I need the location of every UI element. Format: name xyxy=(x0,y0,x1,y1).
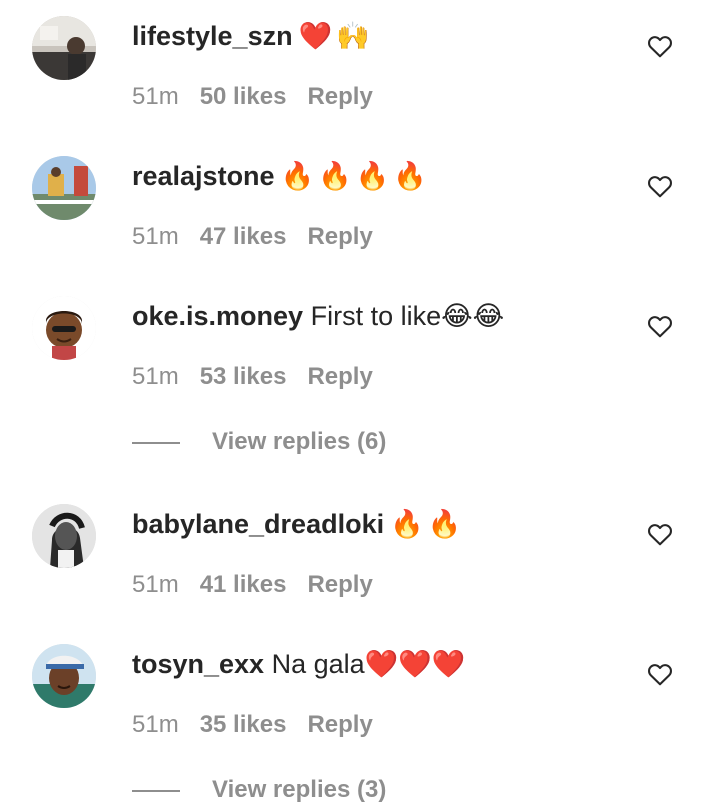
comment-meta: 51m 47 likes Reply xyxy=(132,220,394,254)
comment-username[interactable]: oke.is.money xyxy=(132,301,303,331)
comment-item: oke.is.money First to like😂😂 51m 53 likes… xyxy=(0,280,720,400)
heart-like-icon[interactable] xyxy=(647,174,673,198)
divider xyxy=(132,442,180,444)
likes-count[interactable]: 35 likes xyxy=(200,711,287,738)
comment-item: lifestyle_szn ❤️🙌 51m 50 likes Reply xyxy=(0,0,720,120)
fire-emoji: 🔥🔥 xyxy=(390,509,466,540)
avatar[interactable] xyxy=(32,504,96,568)
comment-text: First to like xyxy=(310,301,442,331)
reply-button[interactable]: Reply xyxy=(307,363,372,390)
comment-time: 51m xyxy=(132,711,179,738)
heart-like-icon[interactable] xyxy=(647,522,673,546)
comment-meta: 51m 41 likes Reply xyxy=(132,568,394,602)
divider xyxy=(132,790,180,792)
avatar[interactable] xyxy=(32,644,96,708)
comment-meta: 51m 35 likes Reply xyxy=(132,708,394,742)
likes-count[interactable]: 50 likes xyxy=(200,83,287,110)
comment-line: lifestyle_szn ❤️🙌 xyxy=(132,16,374,57)
comment-time: 51m xyxy=(132,223,179,250)
comment-line: tosyn_exx Na gala❤️❤️❤️ xyxy=(132,644,466,685)
comment-meta: 51m 50 likes Reply xyxy=(132,80,394,114)
reply-button[interactable]: Reply xyxy=(307,711,372,738)
reply-button[interactable]: Reply xyxy=(307,571,372,598)
comment-username[interactable]: tosyn_exx xyxy=(132,649,264,679)
comment-time: 51m xyxy=(132,363,179,390)
view-replies-toggle[interactable]: View replies (3) xyxy=(132,773,532,807)
comment-item: tosyn_exx Na gala❤️❤️❤️ 51m 35 likes Reply xyxy=(0,628,720,748)
comment-meta: 51m 53 likes Reply xyxy=(132,360,394,394)
likes-count[interactable]: 47 likes xyxy=(200,223,287,250)
comment-item: realajstone 🔥🔥🔥🔥 51m 47 likes Reply xyxy=(0,140,720,260)
comment-username[interactable]: babylane_dreadloki xyxy=(132,509,384,539)
comment-text: Na gala xyxy=(271,649,365,679)
avatar[interactable] xyxy=(32,296,96,360)
heart-like-icon[interactable] xyxy=(647,662,673,686)
comment-line: realajstone 🔥🔥🔥🔥 xyxy=(132,156,431,197)
comment-item: babylane_dreadloki 🔥🔥 51m 41 likes Reply xyxy=(0,488,720,608)
view-replies-label[interactable]: View replies (6) xyxy=(212,425,386,459)
fire-emoji: 🔥🔥🔥🔥 xyxy=(280,161,432,192)
comment-username[interactable]: lifestyle_szn xyxy=(132,21,293,51)
likes-count[interactable]: 41 likes xyxy=(200,571,287,598)
comment-line: babylane_dreadloki 🔥🔥 xyxy=(132,504,465,545)
emoji-reaction: ❤️🙌 xyxy=(298,21,374,52)
comment-time: 51m xyxy=(132,83,179,110)
view-replies-label[interactable]: View replies (3) xyxy=(212,773,386,807)
comment-line: oke.is.money First to like😂😂 xyxy=(132,296,504,337)
reply-button[interactable]: Reply xyxy=(307,83,372,110)
comment-time: 51m xyxy=(132,571,179,598)
reply-button[interactable]: Reply xyxy=(307,223,372,250)
laughing-emoji: 😂😂 xyxy=(441,301,505,332)
avatar[interactable] xyxy=(32,16,96,80)
heart-like-icon[interactable] xyxy=(647,34,673,58)
heart-like-icon[interactable] xyxy=(647,314,673,338)
heart-emoji: ❤️❤️❤️ xyxy=(364,649,466,680)
comment-username[interactable]: realajstone xyxy=(132,161,275,191)
avatar[interactable] xyxy=(32,156,96,220)
likes-count[interactable]: 53 likes xyxy=(200,363,287,390)
view-replies-toggle[interactable]: View replies (6) xyxy=(132,425,532,459)
